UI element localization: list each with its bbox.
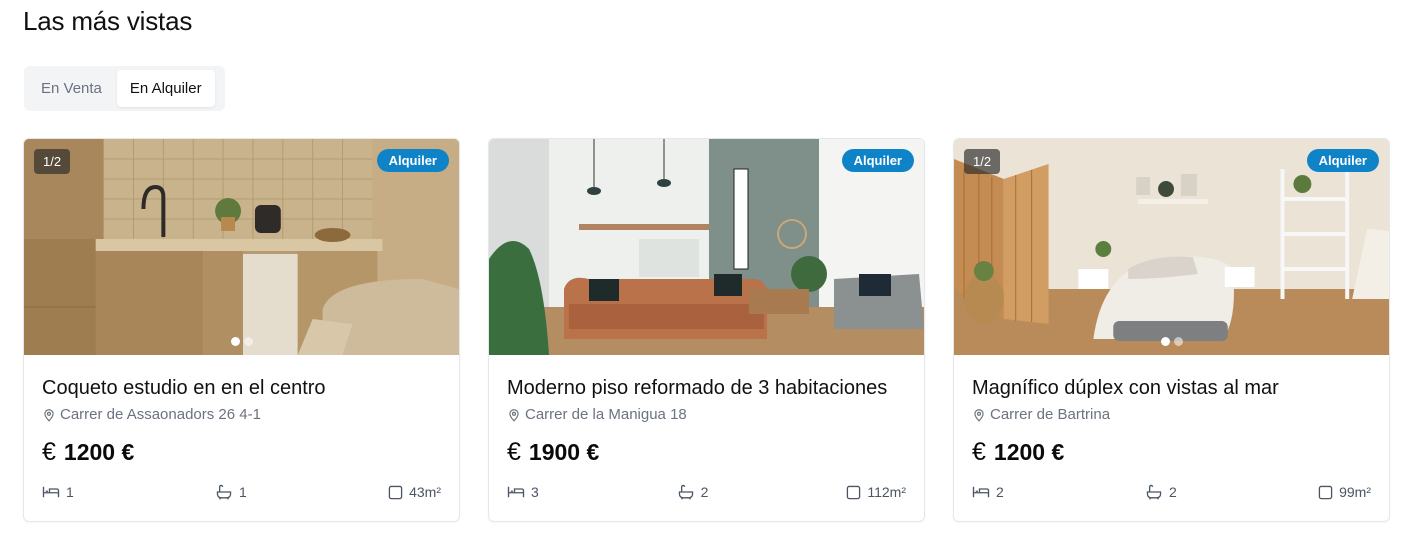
bedrooms: 3 xyxy=(507,484,539,500)
location-pin-icon xyxy=(974,408,984,422)
price-value: 1900 € xyxy=(528,439,600,465)
image-counter: 1/2 xyxy=(34,149,71,174)
carousel-dots xyxy=(230,337,253,346)
location-pin-icon xyxy=(44,408,54,422)
address-text: Carrer de Assaonadors 26 4-1 xyxy=(60,406,261,423)
bedrooms-count: 2 xyxy=(996,484,1004,500)
listing-card[interactable]: 1/2 Alquiler Coqueto estudio en en el ce… xyxy=(23,138,460,522)
carousel-dots xyxy=(1160,337,1183,346)
bathrooms-count: 2 xyxy=(1169,484,1177,500)
price-value: 1200 € xyxy=(63,439,135,465)
tab-en-venta[interactable]: En Venta xyxy=(28,70,115,107)
listing-photo[interactable]: 1/2 Alquiler xyxy=(954,139,1389,355)
euro-icon: € xyxy=(507,438,521,466)
area-icon xyxy=(847,485,861,499)
bathrooms: 2 xyxy=(1145,484,1177,500)
area: 112m² xyxy=(846,484,906,500)
bedrooms: 1 xyxy=(42,484,74,500)
bathrooms-count: 1 xyxy=(239,484,247,500)
listing-price: € 1900 € xyxy=(507,438,599,467)
area-value: 112m² xyxy=(867,484,906,500)
area: 43m² xyxy=(388,484,441,500)
listing-features: 2 2 99m² xyxy=(972,484,1371,500)
carousel-dot-active[interactable] xyxy=(230,337,240,346)
bath-icon xyxy=(1146,484,1162,500)
area-value: 43m² xyxy=(409,484,441,500)
listing-cards: 1/2 Alquiler Coqueto estudio en en el ce… xyxy=(23,138,1390,522)
bath-icon xyxy=(216,484,232,500)
image-counter: 1/2 xyxy=(964,149,1001,174)
bedrooms-count: 1 xyxy=(66,484,74,500)
listing-type-tabs: En Venta En Alquiler xyxy=(24,66,225,111)
bedrooms-count: 3 xyxy=(531,484,539,500)
price-value: 1200 € xyxy=(993,439,1065,465)
tab-en-alquiler[interactable]: En Alquiler xyxy=(116,70,215,107)
listing-features: 3 2 112m² xyxy=(507,484,906,500)
status-badge: Alquiler xyxy=(841,149,914,172)
status-badge: Alquiler xyxy=(376,149,449,172)
listing-features: 1 1 43m² xyxy=(42,484,441,500)
bath-icon xyxy=(678,484,693,500)
listing-address: Carrer de Bartrina xyxy=(972,406,1110,423)
listing-photo[interactable]: Alquiler xyxy=(489,139,924,355)
area: 99m² xyxy=(1318,484,1371,500)
listing-price: € 1200 € xyxy=(972,438,1064,467)
bathrooms: 2 xyxy=(677,484,709,500)
listing-title[interactable]: Magnífico dúplex con vistas al mar xyxy=(972,377,1279,400)
listing-price: € 1200 € xyxy=(42,438,134,467)
listing-address: Carrer de Assaonadors 26 4-1 xyxy=(42,406,261,423)
listing-card[interactable]: Alquiler Moderno piso reformado de 3 hab… xyxy=(488,138,925,522)
address-text: Carrer de Bartrina xyxy=(990,406,1111,423)
euro-icon: € xyxy=(972,438,986,466)
bathrooms-count: 2 xyxy=(700,484,709,500)
listing-title[interactable]: Moderno piso reformado de 3 habitaciones xyxy=(507,377,887,400)
bed-icon xyxy=(507,486,525,498)
bed-icon xyxy=(972,486,990,498)
bed-icon xyxy=(42,486,60,498)
status-badge: Alquiler xyxy=(1306,149,1379,172)
area-icon xyxy=(1318,485,1333,499)
listing-card[interactable]: 1/2 Alquiler Magnífico dúplex con vistas… xyxy=(953,138,1390,522)
euro-icon: € xyxy=(42,438,56,466)
bedrooms: 2 xyxy=(972,484,1004,500)
section-title: Las más vistas xyxy=(23,6,193,36)
location-pin-icon xyxy=(509,408,519,422)
listing-title[interactable]: Coqueto estudio en en el centro xyxy=(42,377,326,400)
carousel-dot-active[interactable] xyxy=(1160,337,1170,346)
carousel-dot[interactable] xyxy=(1173,337,1183,346)
area-icon xyxy=(388,485,403,499)
bathrooms: 1 xyxy=(215,484,247,500)
address-text: Carrer de la Manigua 18 xyxy=(525,406,687,423)
listing-address: Carrer de la Manigua 18 xyxy=(507,406,687,423)
carousel-dot[interactable] xyxy=(243,337,253,346)
listing-photo[interactable]: 1/2 Alquiler xyxy=(24,139,459,355)
area-value: 99m² xyxy=(1339,484,1371,500)
